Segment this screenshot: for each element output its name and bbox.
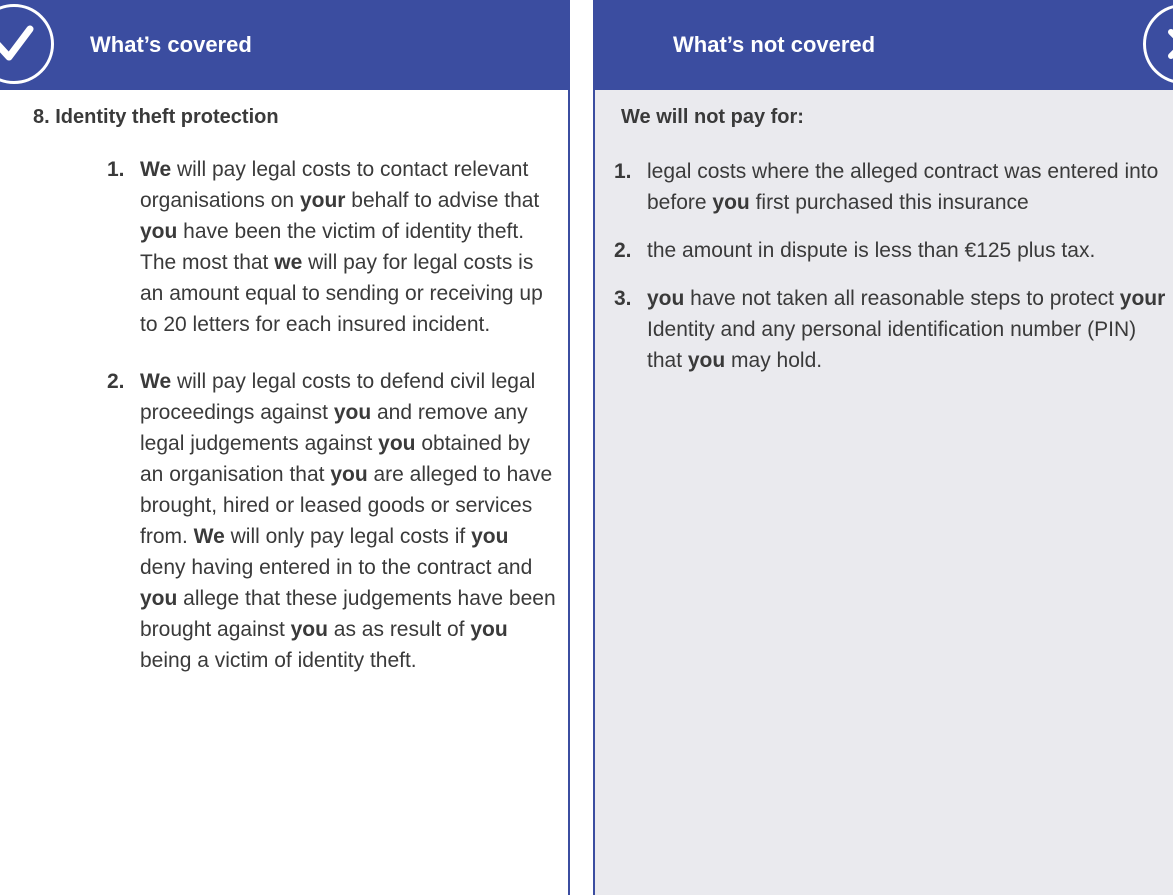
text-run: will only pay legal costs if [224,525,472,548]
check-icon [0,4,54,84]
item-number: 2. [107,370,125,393]
covered-header-title: What’s covered [90,32,252,57]
list-item: 1. legal costs where the alleged contrac… [614,156,1173,218]
emphasis-text: we [274,251,303,274]
covered-list: 1. We will pay legal costs to contact re… [107,154,557,702]
text-run: behalf to advise that [345,189,540,212]
emphasis-text: you [470,618,508,641]
not-covered-section-title: We will not pay for: [621,106,804,128]
text-run: deny having entered in to the contract a… [140,556,533,579]
emphasis-text: We [140,158,172,181]
emphasis-text: you [378,432,416,455]
emphasis-text: your [1119,287,1166,310]
item-number: 1. [614,160,632,183]
emphasis-text: We [193,525,225,548]
list-item: 1. We will pay legal costs to contact re… [107,154,557,340]
emphasis-text: your [299,189,346,212]
cross-icon [1143,4,1173,84]
emphasis-text: you [290,618,328,641]
emphasis-text: you [712,191,750,214]
emphasis-text: you [140,220,178,243]
item-text: We will pay legal costs to contact relev… [140,154,557,340]
text-run: being a victim of identity theft. [140,649,417,672]
item-text: you have not taken all reasonable steps … [647,283,1173,376]
emphasis-text: you [140,587,178,610]
covered-panel: 8. Identity theft protection 1. We will … [0,90,570,895]
text-run: first purchased this insurance [749,191,1029,214]
list-item: 2. We will pay legal costs to defend civ… [107,366,557,676]
emphasis-text: you [333,401,372,424]
covered-section-title: 8. Identity theft protection [33,106,279,128]
item-number: 2. [614,239,632,262]
emphasis-text: you [471,525,509,548]
covered-header: What’s covered [0,0,570,90]
emphasis-text: you [687,349,726,372]
list-item: 3. you have not taken all reasonable ste… [614,283,1173,376]
item-number: 1. [107,158,125,181]
not-covered-header-title: What’s not covered [673,32,876,57]
not-covered-list: 1. legal costs where the alleged contrac… [614,156,1173,393]
text-run: may hold. [725,349,823,372]
item-text: We will pay legal costs to defend civil … [140,366,557,676]
text-run: as as result of [327,618,471,641]
emphasis-text: you [647,287,685,310]
text-run: the amount in dispute is less than €125 … [647,239,1096,262]
list-item: 2. the amount in dispute is less than €1… [614,235,1173,266]
not-covered-header: What’s not covered [593,0,1173,90]
item-number: 3. [614,287,632,310]
emphasis-text: We [140,370,172,393]
not-covered-panel: We will not pay for: 1. legal costs wher… [593,90,1173,895]
item-text: legal costs where the alleged contract w… [647,156,1173,218]
text-run: have not taken all reasonable steps to p… [684,287,1120,310]
emphasis-text: you [330,463,368,486]
item-text: the amount in dispute is less than €125 … [647,235,1173,266]
